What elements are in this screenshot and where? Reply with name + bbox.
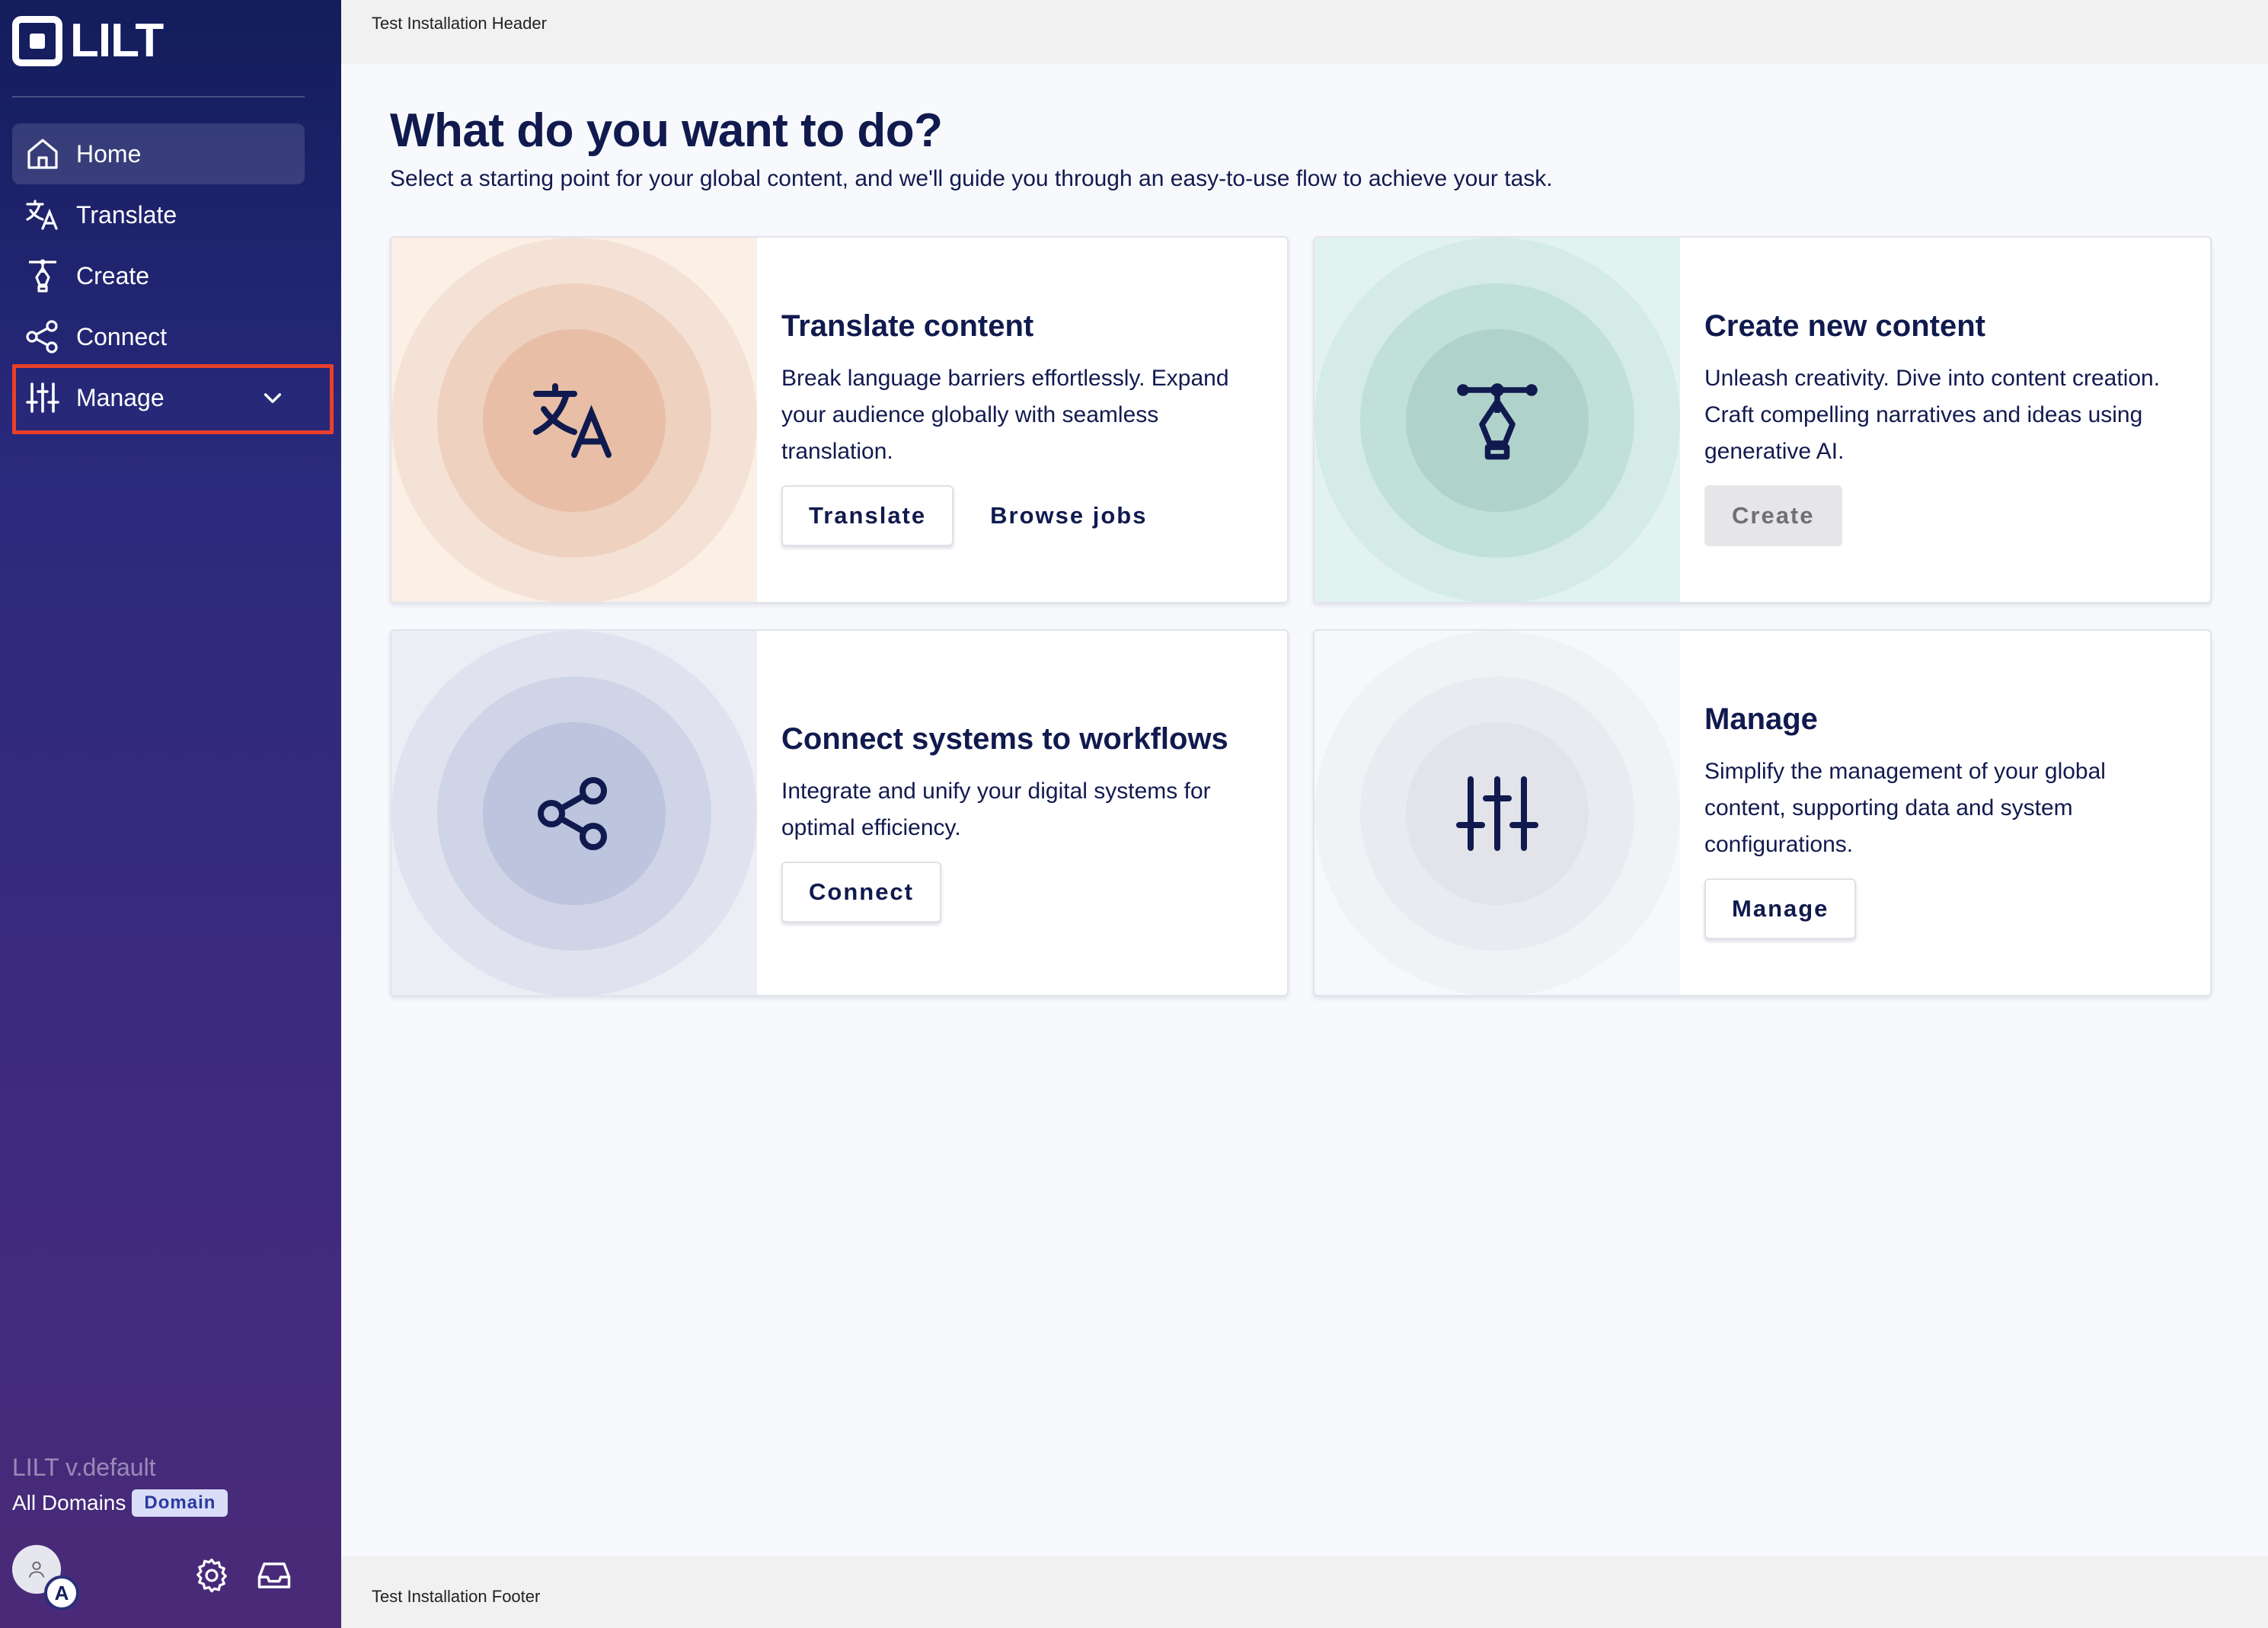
manage-card-body: Manage Simplify the management of your g… [1704, 702, 2192, 939]
sidebar-item-manage[interactable]: Manage [12, 367, 305, 428]
domain-selector[interactable]: All Domains Domain [12, 1489, 317, 1517]
sliders-icon [26, 382, 59, 413]
sidebar-item-label: Manage [76, 383, 165, 411]
share-nodes-icon [26, 320, 58, 353]
installation-footer: Test Installation Footer [341, 1556, 2268, 1628]
sidebar-footer: LILT v.default All Domains Domain [12, 1454, 317, 1517]
sidebar-item-translate[interactable]: Translate [12, 184, 305, 245]
connect-card-body: Connect systems to workflows Integrate a… [781, 722, 1269, 923]
sidebar-nav: Home Translate Create Connect Manage [12, 123, 305, 428]
logo-text: LILT [70, 14, 164, 67]
card-description: Integrate and unify your digital systems… [781, 779, 1211, 840]
card-title: Translate content [781, 309, 1034, 343]
sidebar-divider [12, 96, 305, 98]
browse-jobs-link[interactable]: Browse jobs [990, 485, 1147, 546]
card-description: Unleash creativity. Dive into content cr… [1704, 366, 2161, 464]
card-description: Simplify the management of your global c… [1704, 759, 2106, 857]
card-actions: Translate Browse jobs [781, 485, 1269, 546]
card-actions: Connect [781, 862, 1269, 923]
translate-card-illustration [391, 238, 757, 602]
footer-text: Test Installation Footer [372, 1587, 541, 1606]
home-icon [27, 139, 58, 169]
lilt-logo[interactable]: LILT [12, 14, 164, 67]
translate-icon [533, 383, 612, 458]
pen-nib-icon [29, 259, 56, 293]
manage-button[interactable]: Manage [1704, 878, 1857, 939]
domain-badge: Domain [132, 1489, 228, 1517]
create-button[interactable]: Create [1704, 485, 1842, 546]
avatar-initial-badge: A [44, 1575, 79, 1610]
card-title: Connect systems to workflows [781, 722, 1228, 756]
translate-icon [26, 200, 58, 230]
card-title: Create new content [1704, 309, 1985, 343]
card-actions: Manage [1704, 878, 2192, 939]
sidebar-item-label: Translate [76, 200, 177, 229]
connect-systems-card: Connect systems to workflows Integrate a… [390, 629, 1289, 996]
sidebar-item-label: Home [76, 139, 142, 168]
sidebar-item-label: Connect [76, 322, 168, 350]
gear-icon[interactable] [192, 1556, 232, 1595]
card-description: Break language barriers effortlessly. Ex… [781, 366, 1229, 464]
connect-button[interactable]: Connect [781, 862, 941, 923]
chevron-down-icon[interactable] [260, 385, 285, 410]
main-content: What do you want to do? Select a startin… [341, 64, 2268, 1556]
translate-content-card: Translate content Break language barrier… [390, 236, 1289, 603]
sidebar-item-connect[interactable]: Connect [12, 306, 305, 367]
pen-nib-icon [1457, 383, 1538, 460]
card-actions: Create [1704, 485, 2192, 546]
sidebar-item-label: Create [76, 261, 150, 289]
sidebar-item-create[interactable]: Create [12, 245, 305, 306]
card-title: Manage [1704, 702, 1818, 736]
sidebar-item-home[interactable]: Home [12, 123, 305, 184]
page-title: What do you want to do? [390, 104, 943, 157]
sidebar: LILT Home Translate Create Connect Manag… [0, 0, 341, 1628]
inbox-icon[interactable] [254, 1556, 294, 1595]
header-text: Test Installation Header [372, 14, 547, 33]
translate-card-body: Translate content Break language barrier… [781, 309, 1269, 546]
translate-button[interactable]: Translate [781, 485, 954, 546]
create-content-card: Create new content Unleash creativity. D… [1313, 236, 2212, 603]
connect-card-illustration [391, 631, 757, 995]
page-subtitle: Select a starting point for your global … [390, 166, 1553, 191]
version-label: LILT v.default [12, 1454, 156, 1481]
user-icon [28, 1561, 45, 1578]
create-card-body: Create new content Unleash creativity. D… [1704, 309, 2192, 546]
logo-mark [12, 16, 62, 66]
sliders-icon [1456, 776, 1538, 851]
manage-card-illustration [1314, 631, 1680, 995]
share-nodes-icon [538, 777, 607, 850]
create-card-illustration [1314, 238, 1680, 602]
installation-header: Test Installation Header [341, 0, 2268, 64]
domains-label: All Domains [12, 1491, 126, 1514]
sidebar-bottom-bar: A [12, 1542, 317, 1610]
manage-card: Manage Simplify the management of your g… [1313, 629, 2212, 996]
